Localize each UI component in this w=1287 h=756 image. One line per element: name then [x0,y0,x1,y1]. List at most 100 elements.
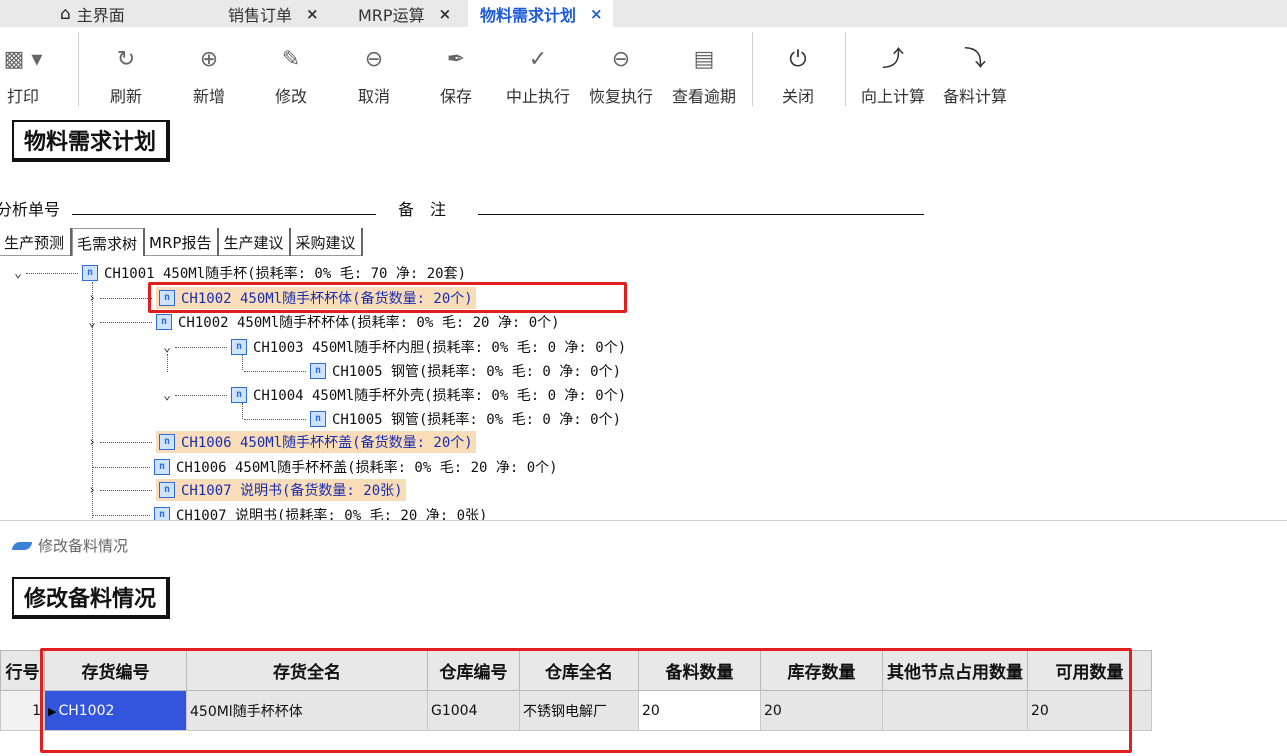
item-icon: n [154,507,170,520]
tab-bar: ⌂ 主界面 销售订单 × MRP运算 × 物料需求计划 × [0,0,1287,27]
resume-button[interactable]: ⊖ 恢复执行 [586,45,656,107]
item-name-cell[interactable]: 450Ml随手杯杯体 [186,690,428,731]
close-icon[interactable]: × [439,5,452,23]
col-stock-qty[interactable]: 库存数量 [760,650,883,691]
tree-node[interactable]: ⌄ n CH1001 450Ml随手杯(损耗率: 0% 毛: 70 净: 20套… [12,262,466,284]
calc-material-button[interactable]: ⤵ 备料计算 [940,45,1010,107]
leaf-icon [12,541,32,550]
warehouse-code-cell[interactable]: G1004 [427,690,520,731]
tab-sales-order[interactable]: 销售订单 × [228,0,319,27]
prep-qty-cell[interactable]: 20 [638,690,761,731]
subtab-bar: 生产预测 毛需求树 MRP报告 生产建议 采购建议 [0,228,364,256]
add-icon: ⊕ [199,47,219,72]
item-code-cell[interactable]: ▶ CH1002 [44,690,187,731]
col-item-name[interactable]: 存货全名 [186,650,428,691]
item-icon: n [154,459,170,475]
other-qty-cell[interactable] [882,690,1028,731]
tree-node[interactable]: › n CH1002 450Ml随手杯杯体(备货数量: 20个) [86,287,476,309]
col-warehouse-name[interactable]: 仓库全名 [519,650,639,691]
col-other-qty[interactable]: 其他节点占用数量 [882,650,1028,691]
item-icon: n [156,314,172,330]
col-prep-qty[interactable]: 备料数量 [638,650,761,691]
dialog-title-bar: 修改备料情况 [12,535,128,556]
material-grid: 行号 存货编号 存货全名 仓库编号 仓库全名 备料数量 库存数量 其他节点占用数… [0,650,1152,731]
tree-node[interactable]: n CH1005 钢管(损耗率: 0% 毛: 0 净: 0个) [242,360,621,382]
power-icon: ⏻ [789,47,807,72]
analysis-no-field[interactable] [72,214,376,215]
warehouse-name-cell[interactable]: 不锈钢电解厂 [519,690,639,731]
view-overdue-button[interactable]: ▤ 查看逾期 [669,45,739,107]
edit-button[interactable]: ✎ 修改 [256,45,326,107]
row-no-cell: 1 [0,690,45,731]
chevron-down-icon[interactable]: ⌄ [161,388,173,403]
chevron-down-icon[interactable]: ⌄ [12,266,24,281]
edit-icon: ✎ [281,47,301,72]
arrow-down-icon: ⤵ [963,47,986,72]
tab-production-advice[interactable]: 生产建议 [219,228,292,256]
add-button[interactable]: ⊕ 新增 [174,45,244,107]
tab-home[interactable]: ⌂ 主界面 [60,0,125,27]
close-icon[interactable]: × [306,5,319,23]
tab-production-forecast[interactable]: 生产预测 [0,228,73,256]
col-row-no[interactable]: 行号 [0,650,45,691]
analysis-no-label: 分析单号 [0,200,61,219]
tree-node[interactable]: › n CH1006 450Ml随手杯杯盖(备货数量: 20个) [86,431,476,453]
col-item-code[interactable]: 存货编号 [44,650,187,691]
tab-mrp[interactable]: MRP运算 × [358,0,451,27]
chevron-right-icon[interactable]: › [86,435,98,450]
item-icon: n [310,363,326,379]
remark-label: 备 注 [398,200,447,219]
cancel-icon: ⊖ [364,47,384,72]
calc-up-button[interactable]: ⤴ 向上计算 [858,45,928,107]
print-button[interactable]: ▩ ▾ 打印 [0,45,58,107]
save-button[interactable]: ✒ 保存 [421,45,491,107]
cancel-button[interactable]: ⊖ 取消 [339,45,409,107]
avail-qty-cell[interactable]: 20 [1027,690,1152,731]
item-icon: n [82,265,98,281]
item-icon: n [159,290,175,306]
arrow-up-icon: ⤴ [881,47,904,72]
item-icon: n [231,339,247,355]
item-icon: n [159,434,175,450]
grid-header: 行号 存货编号 存货全名 仓库编号 仓库全名 备料数量 库存数量 其他节点占用数… [0,650,1152,691]
refresh-button[interactable]: ↻ 刷新 [91,45,161,107]
chevron-right-icon[interactable]: › [86,483,98,498]
col-avail-qty[interactable]: 可用数量 [1027,650,1152,691]
stop-icon: ✓ [528,47,548,72]
save-icon: ✒ [446,47,466,72]
tab-purchase-advice[interactable]: 采购建议 [291,228,364,256]
tab-mrp-report[interactable]: MRP报告 [145,228,220,256]
refresh-icon: ↻ [116,47,136,72]
toolbar-separator [78,32,79,106]
tree-node[interactable]: ⌄ n CH1002 450Ml随手杯杯体(损耗率: 0% 毛: 20 净: 0… [86,311,560,333]
tree-node[interactable]: ⌄ n CH1003 450Ml随手杯内胆(损耗率: 0% 毛: 0 净: 0个… [161,336,626,358]
table-row[interactable]: 1 ▶ CH1002 450Ml随手杯杯体 G1004 不锈钢电解厂 20 20 … [0,690,1152,731]
close-icon[interactable]: × [590,5,603,23]
demand-tree: ⌄ n CH1001 450Ml随手杯(损耗率: 0% 毛: 70 净: 20套… [0,258,1287,520]
stop-button[interactable]: ✓ 中止执行 [503,45,573,107]
close-button[interactable]: ⏻ 关闭 [763,45,833,107]
item-icon: n [159,482,175,498]
stock-qty-cell[interactable]: 20 [760,690,883,731]
remark-field[interactable] [478,214,924,215]
row-pointer-icon: ▶ [48,704,57,718]
item-icon: n [310,411,326,427]
resume-icon: ⊖ [611,47,631,72]
chevron-right-icon[interactable]: › [86,291,98,306]
tab-gross-demand-tree[interactable]: 毛需求树 [72,228,146,256]
chevron-down-icon[interactable]: ⌄ [86,315,98,330]
tree-node[interactable]: n CH1006 450Ml随手杯杯盖(损耗率: 0% 毛: 20 净: 0个) [92,456,558,478]
toolbar-separator [752,32,753,106]
home-icon: ⌂ [60,3,71,24]
tree-node[interactable]: › n CH1007 说明书(备货数量: 20张) [86,479,406,501]
toolbar-separator [845,32,846,106]
tree-node[interactable]: n CH1005 钢管(损耗率: 0% 毛: 0 净: 0个) [242,408,621,430]
tab-material-plan[interactable]: 物料需求计划 × [468,0,613,27]
dialog-heading: 修改备料情况 [12,577,171,619]
tree-node[interactable]: ⌄ n CH1004 450Ml随手杯外壳(损耗率: 0% 毛: 0 净: 0个… [161,384,626,406]
chevron-down-icon[interactable]: ⌄ [161,340,173,355]
col-warehouse-code[interactable]: 仓库编号 [427,650,520,691]
tree-node[interactable]: n CH1007 说明书(损耗率: 0% 毛: 20 净: 0张) [92,504,487,520]
calendar-icon: ▤ [693,47,715,72]
toolbar: ▩ ▾ 打印 ↻ 刷新 ⊕ 新增 ✎ 修改 ⊖ 取消 ✒ 保存 ✓ 中止执行 ⊖… [0,27,1287,113]
